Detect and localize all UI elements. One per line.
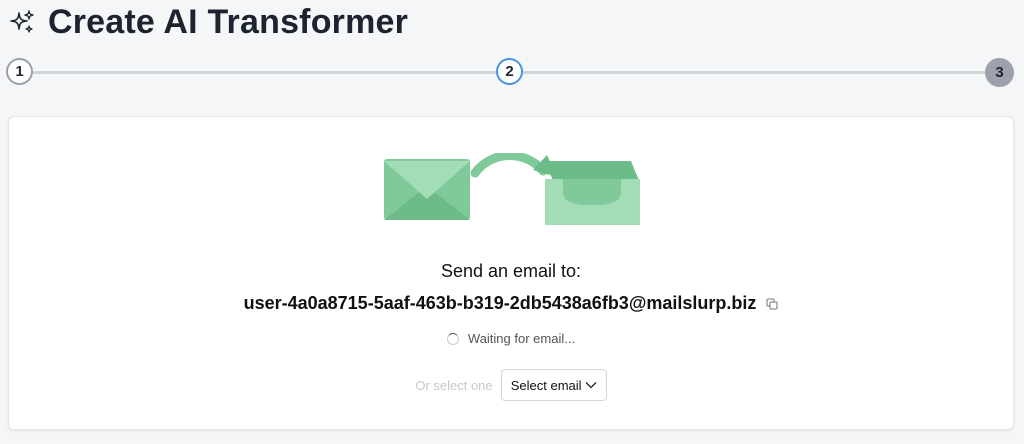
waiting-status: Waiting for email... — [9, 331, 1013, 346]
page-title: Create AI Transformer — [48, 2, 409, 41]
copy-icon[interactable] — [766, 298, 778, 310]
sparkles-icon — [10, 10, 34, 33]
step-label: 2 — [505, 63, 514, 80]
select-email-button[interactable]: Select email — [500, 369, 607, 401]
email-address[interactable]: user-4a0a8715-5aaf-463b-b319-2db5438a6fb… — [244, 293, 757, 314]
email-capture-card: Send an email to: user-4a0a8715-5aaf-463… — [8, 116, 1014, 430]
select-email-label: Select email — [510, 377, 582, 393]
envelope-icon — [384, 159, 470, 220]
curved-arrow-icon — [470, 153, 557, 178]
step-label: 1 — [15, 63, 24, 80]
step-3[interactable]: 3 — [985, 58, 1014, 87]
waiting-text: Waiting for email... — [467, 331, 576, 346]
send-email-label: Send an email to: — [440, 261, 582, 281]
email-to-inbox-illustration — [384, 153, 640, 225]
step-2[interactable]: 2 — [496, 58, 523, 85]
or-select-label: Or select one — [415, 377, 493, 393]
stepper-connector — [33, 71, 496, 74]
inbox-tray-icon — [545, 161, 640, 225]
stepper-connector — [523, 71, 985, 74]
chevron-down-icon — [585, 382, 597, 389]
header: Create AI Transformer — [8, 2, 408, 42]
select-email-row: Or select one Select email — [9, 369, 1013, 401]
email-address-row: user-4a0a8715-5aaf-463b-b319-2db5438a6fb… — [9, 293, 1013, 314]
step-1[interactable]: 1 — [6, 58, 33, 85]
step-label: 3 — [995, 64, 1004, 81]
spinner-icon — [446, 332, 459, 345]
stepper: 1 2 3 — [6, 58, 1014, 88]
